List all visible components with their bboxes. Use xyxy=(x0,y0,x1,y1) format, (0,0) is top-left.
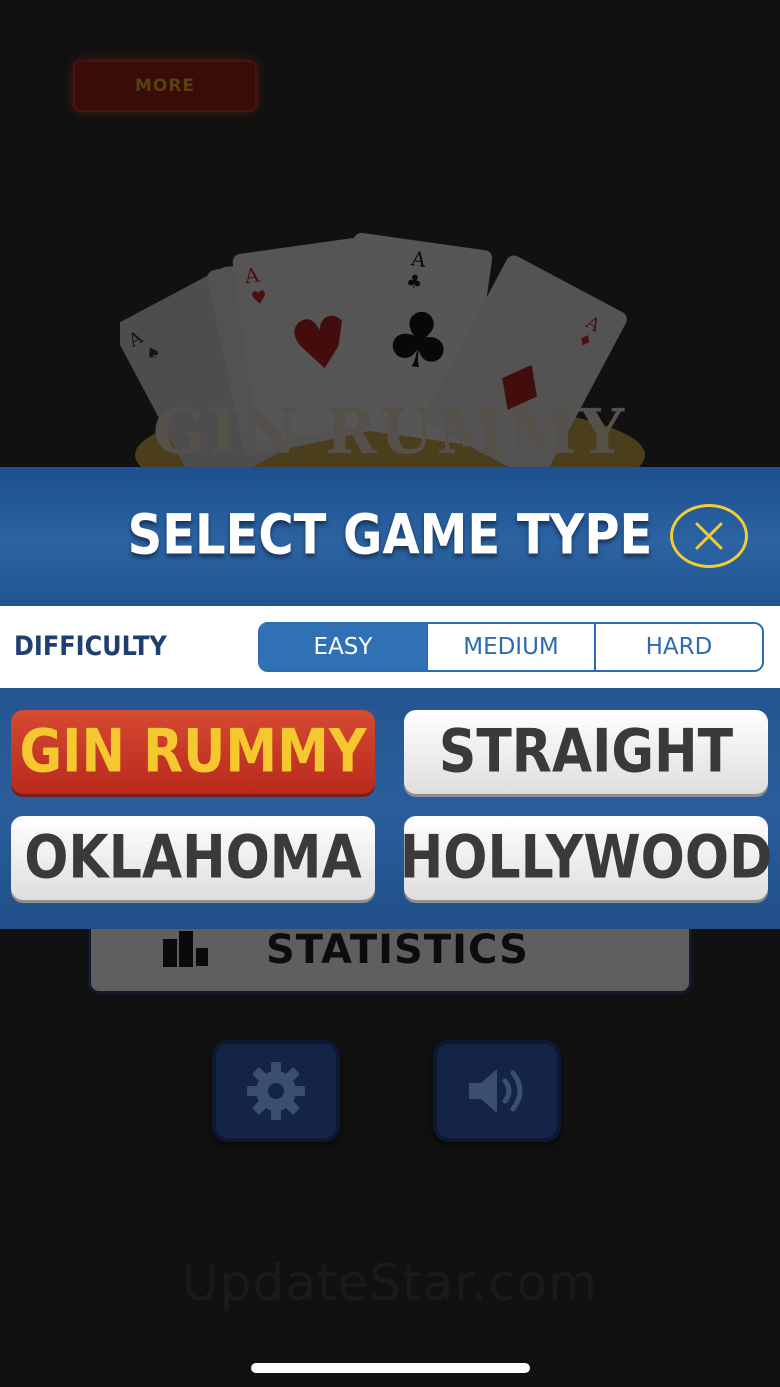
speaker-icon xyxy=(469,1069,523,1113)
difficulty-selector: EASY MEDIUM HARD xyxy=(258,622,764,672)
dialog-title: SELECT GAME TYPE xyxy=(127,502,653,568)
logo-title: GIN RUMMY xyxy=(152,395,628,468)
statistics-label: STATISTICS xyxy=(266,927,529,973)
game-hollywood-button[interactable]: HOLLYWOOD xyxy=(400,816,772,900)
home-indicator[interactable] xyxy=(251,1363,530,1373)
sound-button[interactable] xyxy=(433,1040,561,1142)
watermark: UpdateStar.com xyxy=(182,1254,598,1312)
game-oklahoma-label: OKLAHOMA xyxy=(24,823,362,893)
svg-text:♣: ♣ xyxy=(405,271,424,294)
game-gin-rummy-label: GIN RUMMY xyxy=(19,717,367,787)
game-straight-button[interactable]: STRAIGHT xyxy=(404,710,768,794)
dialog-header: SELECT GAME TYPE xyxy=(0,467,780,606)
close-icon xyxy=(695,522,723,550)
game-type-grid: GIN RUMMY STRAIGHT OKLAHOMA HOLLYWOOD xyxy=(0,688,780,929)
game-straight-label: STRAIGHT xyxy=(438,717,734,787)
chart-icon xyxy=(163,931,210,968)
svg-text:♥: ♥ xyxy=(250,287,269,310)
close-button[interactable] xyxy=(670,504,748,568)
difficulty-label: DIFFICULTY xyxy=(14,630,167,662)
difficulty-easy[interactable]: EASY xyxy=(260,624,428,670)
game-gin-rummy-button[interactable]: GIN RUMMY xyxy=(11,710,375,794)
game-oklahoma-button[interactable]: OKLAHOMA xyxy=(11,816,375,900)
gear-icon xyxy=(247,1062,305,1120)
more-label: MORE xyxy=(134,76,196,96)
select-game-type-dialog: SELECT GAME TYPE DIFFICULTY EASY MEDIUM … xyxy=(0,467,780,929)
game-hollywood-label: HOLLYWOOD xyxy=(399,823,773,893)
settings-button[interactable] xyxy=(212,1040,340,1142)
difficulty-medium[interactable]: MEDIUM xyxy=(428,624,596,670)
more-button[interactable]: MORE xyxy=(73,60,257,112)
difficulty-bar: DIFFICULTY EASY MEDIUM HARD xyxy=(0,606,780,688)
difficulty-hard[interactable]: HARD xyxy=(596,624,762,670)
